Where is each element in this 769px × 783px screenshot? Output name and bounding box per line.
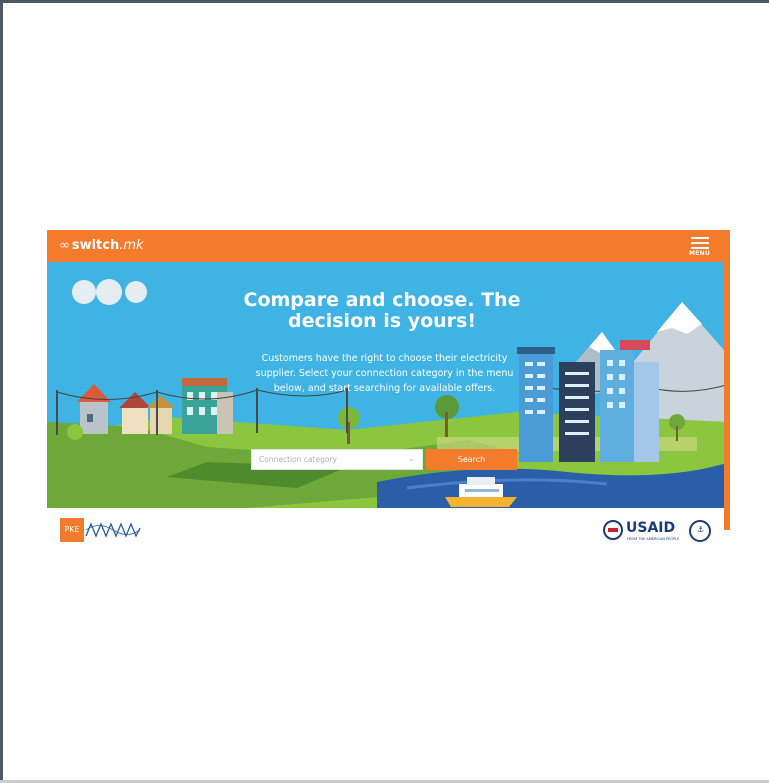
- wave-logo-icon: [85, 522, 141, 538]
- government-seal-icon: ⚓: [689, 520, 711, 542]
- menu-label: MENU: [689, 250, 711, 257]
- hamburger-icon-bar: [691, 247, 709, 249]
- connection-category-select[interactable]: Connection category ⌄: [251, 449, 423, 470]
- usaid-seal-icon: [603, 520, 623, 540]
- usaid-tagline: FROM THE AMERICAN PEOPLE: [627, 537, 680, 541]
- chevron-down-icon: ⌄: [408, 454, 415, 463]
- website-screenshot: ∞ switch.mk MENU Compare and choose. The…: [47, 230, 730, 556]
- page-edge-strip: [724, 262, 730, 530]
- switch-logo-icon: ∞: [59, 238, 70, 253]
- top-navigation-bar: ∞ switch.mk MENU: [47, 230, 730, 262]
- search-button[interactable]: Search: [426, 449, 517, 470]
- pke-logo: PKE: [60, 518, 84, 542]
- site-logo[interactable]: ∞ switch.mk: [59, 238, 144, 253]
- hero-title: Compare and choose. The decision is your…: [243, 289, 521, 332]
- hero-banner: Compare and choose. The decision is your…: [47, 262, 730, 508]
- select-placeholder: Connection category: [259, 455, 337, 464]
- logo-tld: .mk: [119, 238, 144, 253]
- window-frame-top: [0, 0, 769, 3]
- window-frame-left: [0, 0, 3, 783]
- hero-subtitle: Customers have the right to choose their…: [255, 353, 514, 394]
- hamburger-icon: [691, 237, 709, 239]
- partner-logos-bar: PKE USAID FROM THE AMERICAN PEOPLE ⚓: [47, 508, 730, 556]
- logo-name: switch: [71, 238, 120, 253]
- menu-button[interactable]: MENU: [689, 235, 713, 259]
- hamburger-icon-bar: [691, 242, 709, 244]
- usaid-wordmark: USAID: [626, 520, 676, 536]
